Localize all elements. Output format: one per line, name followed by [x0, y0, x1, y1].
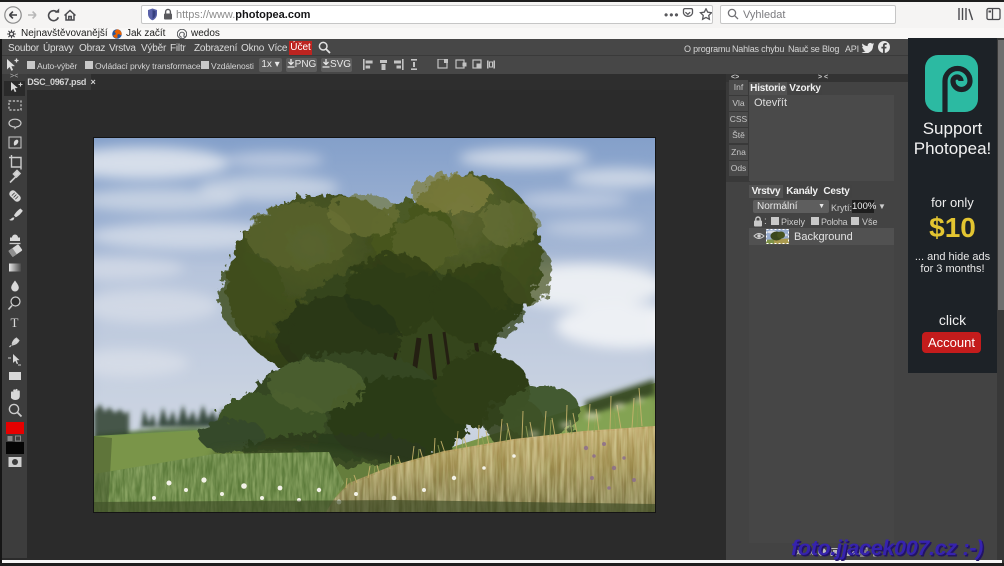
svg-text:><: >< — [10, 73, 18, 80]
svg-text:T: T — [11, 315, 19, 330]
